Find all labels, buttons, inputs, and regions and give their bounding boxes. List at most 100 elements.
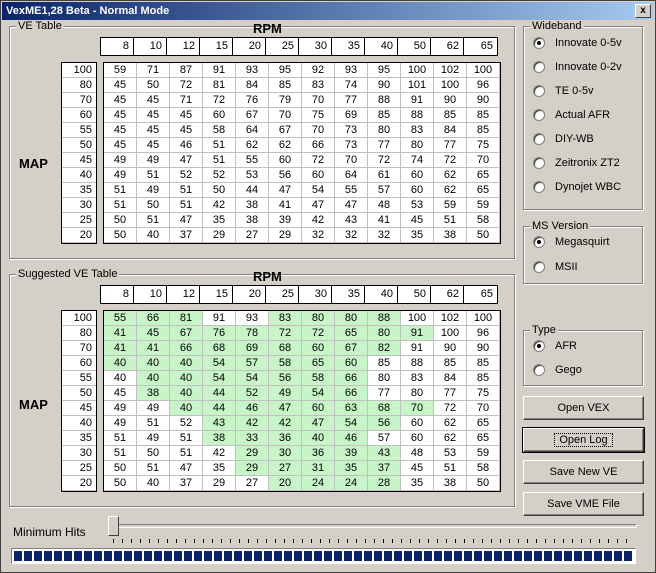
table-cell[interactable]: 29 bbox=[269, 228, 302, 243]
table-cell[interactable]: 72 bbox=[434, 153, 467, 168]
table-cell[interactable]: 58 bbox=[467, 461, 500, 476]
table-cell[interactable]: 69 bbox=[335, 108, 368, 123]
table-cell[interactable]: 41 bbox=[368, 213, 401, 228]
radio-dot-icon[interactable] bbox=[533, 109, 545, 121]
table-cell[interactable]: 95 bbox=[368, 63, 401, 78]
table-cell[interactable]: 84 bbox=[236, 78, 269, 93]
table-cell[interactable]: 60 bbox=[302, 341, 335, 356]
table-cell[interactable]: 38 bbox=[203, 431, 236, 446]
table-cell[interactable]: 90 bbox=[434, 341, 467, 356]
table-cell[interactable]: 56 bbox=[368, 416, 401, 431]
table-cell[interactable]: 82 bbox=[368, 341, 401, 356]
table-cell[interactable]: 75 bbox=[467, 386, 500, 401]
table-cell[interactable]: 38 bbox=[434, 476, 467, 491]
table-cell[interactable]: 72 bbox=[434, 401, 467, 416]
table-cell[interactable]: 83 bbox=[302, 78, 335, 93]
table-cell[interactable]: 65 bbox=[467, 183, 500, 198]
table-cell[interactable]: 72 bbox=[170, 78, 203, 93]
table-cell[interactable]: 47 bbox=[302, 198, 335, 213]
table-cell[interactable]: 57 bbox=[368, 431, 401, 446]
minimum-hits-thumb[interactable] bbox=[108, 516, 119, 536]
minimum-hits-track[interactable] bbox=[111, 524, 637, 528]
table-cell[interactable]: 83 bbox=[401, 123, 434, 138]
table-cell[interactable]: 42 bbox=[236, 416, 269, 431]
table-cell[interactable]: 58 bbox=[302, 371, 335, 386]
table-cell[interactable]: 45 bbox=[137, 123, 170, 138]
table-cell[interactable]: 100 bbox=[434, 78, 467, 93]
table-cell[interactable]: 90 bbox=[434, 93, 467, 108]
table-cell[interactable]: 77 bbox=[368, 386, 401, 401]
radio-option[interactable]: Actual AFR bbox=[533, 109, 610, 121]
table-cell[interactable]: 40 bbox=[170, 356, 203, 371]
table-cell[interactable]: 100 bbox=[467, 311, 500, 326]
table-cell[interactable]: 54 bbox=[203, 356, 236, 371]
table-cell[interactable]: 49 bbox=[104, 168, 137, 183]
table-cell[interactable]: 67 bbox=[269, 123, 302, 138]
table-cell[interactable]: 85 bbox=[269, 78, 302, 93]
table-cell[interactable]: 65 bbox=[302, 356, 335, 371]
table-cell[interactable]: 91 bbox=[401, 326, 434, 341]
table-cell[interactable]: 59 bbox=[434, 198, 467, 213]
table-cell[interactable]: 93 bbox=[236, 311, 269, 326]
table-cell[interactable]: 45 bbox=[401, 213, 434, 228]
table-cell[interactable]: 43 bbox=[368, 446, 401, 461]
table-cell[interactable]: 45 bbox=[104, 138, 137, 153]
table-cell[interactable]: 83 bbox=[269, 311, 302, 326]
table-cell[interactable]: 65 bbox=[335, 326, 368, 341]
table-cell[interactable]: 51 bbox=[170, 446, 203, 461]
table-cell[interactable]: 43 bbox=[203, 416, 236, 431]
table-cell[interactable]: 44 bbox=[203, 386, 236, 401]
table-cell[interactable]: 49 bbox=[137, 401, 170, 416]
table-cell[interactable]: 59 bbox=[467, 198, 500, 213]
table-cell[interactable]: 42 bbox=[302, 213, 335, 228]
table-cell[interactable]: 62 bbox=[434, 416, 467, 431]
table-cell[interactable]: 50 bbox=[104, 461, 137, 476]
table-cell[interactable]: 101 bbox=[401, 78, 434, 93]
table-cell[interactable]: 49 bbox=[104, 401, 137, 416]
table-cell[interactable]: 102 bbox=[434, 311, 467, 326]
table-cell[interactable]: 90 bbox=[368, 78, 401, 93]
table-cell[interactable]: 30 bbox=[269, 446, 302, 461]
table-cell[interactable]: 45 bbox=[137, 93, 170, 108]
radio-dot-icon[interactable] bbox=[533, 133, 545, 145]
table-cell[interactable]: 65 bbox=[467, 431, 500, 446]
radio-dot-icon[interactable] bbox=[533, 364, 545, 376]
table-cell[interactable]: 38 bbox=[236, 198, 269, 213]
table-cell[interactable]: 88 bbox=[368, 93, 401, 108]
table-cell[interactable]: 29 bbox=[203, 228, 236, 243]
table-cell[interactable]: 57 bbox=[236, 356, 269, 371]
table-cell[interactable]: 67 bbox=[170, 326, 203, 341]
table-cell[interactable]: 91 bbox=[401, 341, 434, 356]
table-cell[interactable]: 36 bbox=[302, 446, 335, 461]
table-cell[interactable]: 47 bbox=[170, 461, 203, 476]
table-cell[interactable]: 80 bbox=[368, 371, 401, 386]
table-cell[interactable]: 93 bbox=[335, 63, 368, 78]
table-cell[interactable]: 46 bbox=[236, 401, 269, 416]
table-cell[interactable]: 64 bbox=[236, 123, 269, 138]
table-cell[interactable]: 85 bbox=[467, 123, 500, 138]
table-cell[interactable]: 66 bbox=[335, 371, 368, 386]
table-cell[interactable]: 60 bbox=[401, 416, 434, 431]
table-cell[interactable]: 90 bbox=[467, 341, 500, 356]
table-cell[interactable]: 50 bbox=[467, 476, 500, 491]
table-cell[interactable]: 42 bbox=[203, 446, 236, 461]
table-cell[interactable]: 51 bbox=[203, 138, 236, 153]
table-cell[interactable]: 41 bbox=[104, 341, 137, 356]
table-cell[interactable]: 54 bbox=[302, 183, 335, 198]
radio-dot-icon[interactable] bbox=[533, 340, 545, 352]
table-cell[interactable]: 40 bbox=[137, 371, 170, 386]
table-cell[interactable]: 20 bbox=[269, 476, 302, 491]
table-cell[interactable]: 31 bbox=[302, 461, 335, 476]
table-cell[interactable]: 81 bbox=[170, 311, 203, 326]
table-cell[interactable]: 35 bbox=[203, 461, 236, 476]
table-cell[interactable]: 37 bbox=[368, 461, 401, 476]
table-cell[interactable]: 49 bbox=[104, 153, 137, 168]
radio-dot-icon[interactable] bbox=[533, 181, 545, 193]
table-cell[interactable]: 38 bbox=[236, 213, 269, 228]
table-cell[interactable]: 51 bbox=[434, 213, 467, 228]
table-cell[interactable]: 51 bbox=[203, 153, 236, 168]
table-cell[interactable]: 71 bbox=[137, 63, 170, 78]
table-cell[interactable]: 47 bbox=[269, 401, 302, 416]
table-cell[interactable]: 62 bbox=[434, 431, 467, 446]
table-cell[interactable]: 32 bbox=[368, 228, 401, 243]
